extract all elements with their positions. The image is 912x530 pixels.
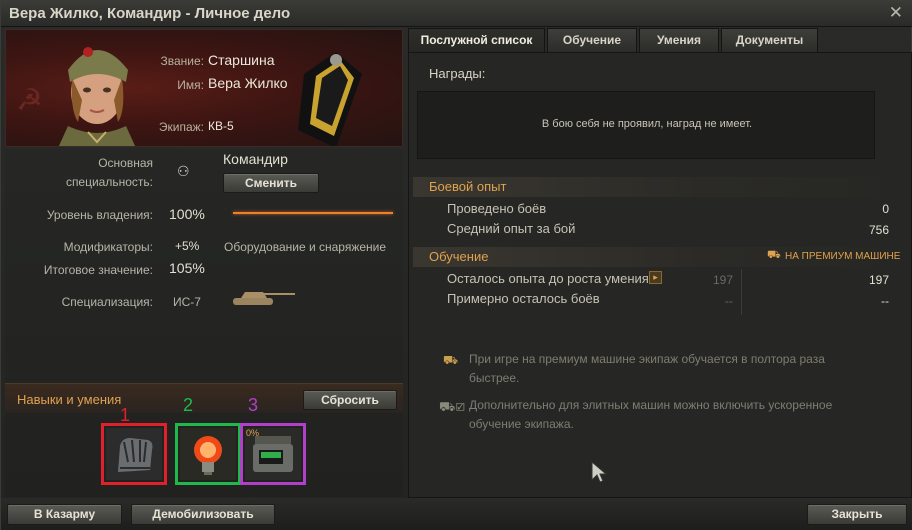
xp-left-premium: 197 [868, 273, 889, 287]
xp-left-value: 197 [712, 273, 733, 287]
skill-slot-3-progress: 0% [246, 428, 260, 438]
tab-service-record[interactable]: Послужной список [408, 28, 545, 52]
gauntlet-icon [118, 438, 153, 472]
close-icon[interactable]: ✕ [889, 3, 903, 23]
demobilize-button[interactable]: Демобилизовать [131, 504, 275, 525]
training-header: Обучение ⛟ НА ПРЕМИУМ МАШИНЕ [413, 247, 901, 267]
mastery-progress-bar [233, 212, 393, 214]
portrait-header: ☭ Звание: Старшина Имя: Вера Жилко Экипа… [5, 29, 403, 147]
change-specialty-button[interactable]: Сменить [223, 173, 319, 193]
modifiers-value: +5% [175, 239, 200, 253]
shoulder-strap-icon [298, 52, 362, 146]
skills-header: Навыки и умения Сбросить [5, 383, 403, 413]
xp-left-label: Осталось опыта до роста умения [447, 271, 649, 286]
tab-training[interactable]: Обучение [547, 28, 637, 52]
close-button[interactable]: Закрыть [807, 504, 907, 525]
specialization-value: ИС-7 [173, 295, 201, 309]
window-title: Вера Жилко, Командир - Личное дело [9, 5, 291, 22]
specialty-value: Командир [223, 151, 288, 167]
battles-value: 0 [882, 202, 889, 216]
hammer-sickle-icon: ☭ [16, 84, 43, 117]
title-bar: Вера Жилко, Командир - Личное дело ✕ [1, 1, 912, 27]
barracks-button[interactable]: В Казарму [7, 504, 122, 525]
avg-xp-label: Средний опыт за бой [447, 221, 576, 236]
crew-label: Экипаж: [158, 120, 204, 134]
skill-slot-3-number: 3 [248, 395, 259, 415]
total-label: Итоговое значение: [43, 263, 153, 277]
tank-silhouette-icon [233, 292, 295, 305]
modifiers-label: Модификаторы: [63, 240, 153, 254]
total-value: 105% [169, 260, 205, 276]
mastery-value: 100% [169, 206, 205, 222]
lightbulb-icon [194, 436, 222, 475]
premium-note-line1: При игре на премиум машине экипаж обучае… [469, 352, 825, 366]
left-panel: ☭ Звание: Старшина Имя: Вера Жилко Экипа… [5, 29, 403, 497]
tab-bar: Послужной список Обучение Умения Докумен… [408, 28, 912, 52]
awards-box: В бою себя не проявил, наград не имеет. [417, 91, 875, 159]
premium-note-icon: ⛟ [443, 353, 459, 367]
skill-slot-1[interactable] [101, 423, 167, 485]
rank-value: Старшина [208, 52, 275, 68]
xp-info-icon: ▸ [649, 271, 662, 284]
name-label: Имя: [177, 78, 204, 92]
mastery-label: Уровень владения: [46, 208, 153, 222]
premium-note-line2: быстрее. [469, 371, 520, 385]
battles-left-premium: -- [881, 294, 889, 308]
combat-title: Боевой опыт [429, 179, 507, 194]
skill-slot-2[interactable] [175, 423, 241, 485]
name-value: Вера Жилко [208, 75, 288, 91]
specialty-label-1: Основная [98, 156, 153, 170]
specialization-label: Специализация: [61, 295, 153, 309]
personal-file-window: Вера Жилко, Командир - Личное дело ✕ ☭ З… [0, 0, 912, 530]
crew-value: КВ-5 [208, 119, 234, 133]
specialty-label-2: специальность: [65, 175, 153, 189]
right-panel: Послужной список Обучение Умения Докумен… [408, 28, 912, 498]
tab-skills[interactable]: Умения [639, 28, 719, 52]
battles-label: Проведено боёв [447, 201, 547, 216]
modifiers-source: Оборудование и снаряжение [224, 240, 387, 254]
skill-slot-2-number: 2 [183, 395, 194, 415]
skill-slot-3[interactable]: 0% [240, 423, 306, 485]
elite-checkbox-icon[interactable]: ⛟☑ [439, 399, 465, 417]
training-title: Обучение [429, 249, 489, 264]
binoculars-icon: ⚇ [177, 163, 190, 179]
rank-label: Звание: [160, 54, 205, 68]
footer-bar: В Казарму Демобилизовать Закрыть [1, 498, 912, 530]
elite-note-line1: Дополнительно для элитных машин можно вк… [469, 398, 833, 412]
mouse-cursor-icon [591, 460, 608, 483]
combat-header: Боевой опыт [413, 177, 901, 197]
tab-documents[interactable]: Документы [721, 28, 818, 52]
premium-label: НА ПРЕМИУМ МАШИНЕ [785, 251, 901, 262]
battles-left-label: Примерно осталось боёв [447, 291, 600, 306]
reset-skills-button[interactable]: Сбросить [303, 390, 397, 410]
battles-left-value: -- [725, 294, 733, 308]
awards-empty-text: В бою себя не проявил, наград не имеет. [541, 118, 753, 130]
avg-xp-value: 756 [868, 223, 889, 237]
service-record-panel: Награды: В бою себя не проявил, наград н… [408, 52, 912, 498]
elite-note-line2: обучение экипажа. [469, 417, 574, 431]
premium-tank-icon: ⛟ [767, 249, 781, 261]
commander-portrait [58, 47, 136, 146]
awards-label: Награды: [429, 66, 486, 81]
skills-title: Навыки и умения [17, 392, 122, 407]
column-divider [741, 269, 742, 315]
